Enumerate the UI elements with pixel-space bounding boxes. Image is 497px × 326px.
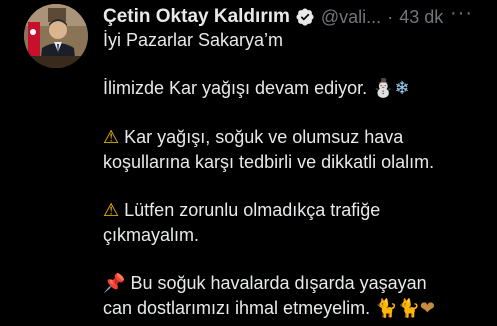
- tweet-line: koşullarına karşı tedbirli ve dikkatli o…: [103, 152, 435, 172]
- tweet-line: İyi Pazarlar Sakarya’m: [103, 30, 284, 50]
- tweet-text: İyi Pazarlar Sakarya’m İlimizde Kar yağı…: [103, 28, 488, 321]
- tweet-line: 📌 Bu soğuk havalarda dışarda yaşayan: [103, 271, 488, 296]
- verified-badge-icon: [295, 7, 315, 27]
- tweet: Çetin Oktay Kaldırım @vali... · 43 dk ··…: [0, 0, 497, 326]
- tweet-line: çıkmayalım.: [103, 225, 200, 245]
- tweet-line-text: Bu soğuk havalarda dışarda yaşayan: [130, 273, 427, 293]
- tweet-line: İlimizde Kar yağışı devam ediyor. ⛄❄: [103, 76, 488, 101]
- header-separator: ·: [387, 6, 394, 27]
- author-display-name[interactable]: Çetin Oktay Kaldırım: [103, 6, 290, 28]
- tweet-line-text: can dostlarımızı ihmal etmeyelim.: [103, 298, 371, 318]
- tweet-header: Çetin Oktay Kaldırım @vali... · 43 dk: [103, 4, 483, 30]
- tweet-line-text: Kar yağışı, soğuk ve olumsuz hava: [124, 127, 404, 147]
- author-handle[interactable]: @vali...: [321, 7, 381, 28]
- more-options-icon[interactable]: ···: [450, 0, 473, 26]
- author-avatar[interactable]: [24, 4, 88, 68]
- warning-icon: ⚠: [103, 127, 120, 148]
- tweet-line: ⚠ Lütfen zorunlu olmadıkça trafiğe: [103, 198, 488, 223]
- snowman-snowflake-emoji: ⛄❄: [372, 78, 410, 99]
- tweet-line: ⚠ Kar yağışı, soğuk ve olumsuz hava: [103, 125, 488, 150]
- pushpin-icon: 📌: [103, 273, 126, 294]
- tweet-timestamp[interactable]: 43 dk: [399, 7, 443, 28]
- warning-icon: ⚠: [103, 200, 120, 221]
- tweet-line-text: Lütfen zorunlu olmadıkça trafiğe: [124, 200, 381, 220]
- tweet-line-text: İlimizde Kar yağışı devam ediyor.: [103, 78, 368, 98]
- cat-heart-emoji: 🐈🐈❤: [375, 298, 436, 319]
- tweet-line: can dostlarımızı ihmal etmeyelim. 🐈🐈❤: [103, 296, 488, 321]
